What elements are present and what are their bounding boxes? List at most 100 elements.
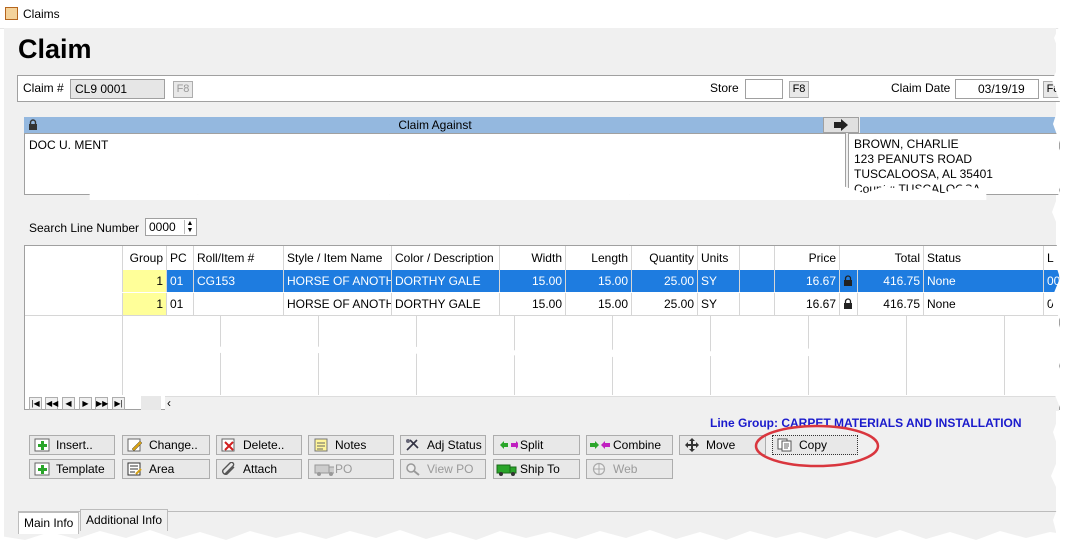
notes-icon xyxy=(314,438,328,452)
insert-button[interactable]: Insert.. xyxy=(29,435,115,455)
combine-label: Combine xyxy=(613,438,662,452)
table-row[interactable]: 1 01 CG153 HORSE OF ANOTHE DORTHY GALE 1… xyxy=(25,270,1060,292)
group-cell[interactable]: 1 xyxy=(123,270,167,292)
claim-date-field[interactable]: 03/19/19 xyxy=(955,79,1039,99)
units-cell[interactable]: SY xyxy=(698,270,740,292)
total-cell[interactable]: 416.75 xyxy=(858,293,924,315)
nav-next-page-button[interactable]: ▶▶ xyxy=(95,397,108,410)
line-items-grid[interactable]: Group PC Roll/Item # Style / Item Name C… xyxy=(24,245,1060,411)
status-cell[interactable]: None xyxy=(924,293,1044,315)
row-blank-cell xyxy=(25,293,123,315)
spin-buttons[interactable]: ▲ ▼ xyxy=(184,220,195,234)
delete-button[interactable]: Delete.. xyxy=(216,435,302,455)
col-header-group[interactable]: Group xyxy=(123,246,167,270)
ship-to-icon xyxy=(496,464,517,476)
col-header-price[interactable]: Price xyxy=(775,246,840,270)
quantity-cell[interactable]: 25.00 xyxy=(632,293,698,315)
po-label: PO xyxy=(335,462,353,476)
adj-status-icon xyxy=(406,439,419,451)
move-icon xyxy=(685,438,699,452)
insert-label: Insert.. xyxy=(56,438,93,452)
color-cell[interactable]: DORTHY GALE xyxy=(392,270,500,292)
scroll-left-button[interactable]: ‹ xyxy=(167,396,171,410)
length-cell[interactable]: 15.00 xyxy=(566,293,632,315)
split-button[interactable]: Split xyxy=(493,435,580,455)
attach-label: Attach xyxy=(243,462,278,476)
area-label: Area xyxy=(149,462,175,476)
blank-cell xyxy=(740,293,775,315)
col-header-width[interactable]: Width xyxy=(500,246,566,270)
address-header xyxy=(860,117,1060,133)
search-line-field[interactable]: 0000 ▲ ▼ xyxy=(145,218,197,236)
col-header-total[interactable]: Total xyxy=(840,246,924,270)
claim-number-label: Claim # xyxy=(23,81,64,95)
change-label: Change.. xyxy=(149,438,198,452)
total-cell[interactable]: 416.75 xyxy=(858,270,924,292)
claim-header: Claim # CL9 0001 F8 Store F8 Claim Date … xyxy=(17,75,1063,102)
col-header-units[interactable]: Units xyxy=(698,246,740,270)
horizontal-scrollbar[interactable]: ‹ xyxy=(165,396,1059,411)
change-icon xyxy=(127,438,143,452)
col-header-roll[interactable]: Roll/Item # xyxy=(194,246,284,270)
units-cell[interactable]: SY xyxy=(698,293,740,315)
nav-prev-page-button[interactable]: ◀◀ xyxy=(45,397,58,410)
roll-cell[interactable]: CG153 xyxy=(194,270,284,292)
col-header-style[interactable]: Style / Item Name xyxy=(284,246,392,270)
web-label: Web xyxy=(613,462,638,476)
width-cell[interactable]: 15.00 xyxy=(500,293,566,315)
col-header-pc[interactable]: PC xyxy=(167,246,194,270)
col-header-quantity[interactable]: Quantity xyxy=(632,246,698,270)
col-header-status[interactable]: Status xyxy=(924,246,1044,270)
store-field[interactable] xyxy=(745,79,783,99)
notes-button[interactable]: Notes xyxy=(308,435,394,455)
torn-edge-middle xyxy=(179,345,897,358)
lock-icon xyxy=(840,270,858,292)
po-button[interactable]: PO xyxy=(308,459,394,479)
address-line-1: BROWN, CHARLIE xyxy=(854,137,959,151)
nav-next-button[interactable]: ▶ xyxy=(79,397,92,410)
web-button[interactable]: Web xyxy=(586,459,673,479)
notes-label: Notes xyxy=(335,438,367,452)
template-button[interactable]: Template xyxy=(29,459,115,479)
price-cell[interactable]: 16.67 xyxy=(775,270,840,292)
style-cell[interactable]: HORSE OF ANOTHE xyxy=(284,270,392,292)
search-line-label: Search Line Number xyxy=(29,221,140,235)
pc-cell[interactable]: 01 xyxy=(167,270,194,292)
table-row[interactable]: 1 01 HORSE OF ANOTHE DORTHY GALE 15.00 1… xyxy=(25,293,1060,316)
nav-first-button[interactable]: |◀ xyxy=(29,397,42,410)
claim-against-name: DOC U. MENT xyxy=(29,138,109,152)
blank-cell xyxy=(740,270,775,292)
style-cell[interactable]: HORSE OF ANOTHE xyxy=(284,293,392,315)
pc-cell[interactable]: 01 xyxy=(167,293,194,315)
web-icon xyxy=(592,462,606,476)
insert-icon xyxy=(34,438,50,452)
length-cell[interactable]: 15.00 xyxy=(566,270,632,292)
template-icon xyxy=(34,462,50,476)
claim-number-field[interactable]: CL9 0001 xyxy=(70,79,165,99)
color-cell[interactable]: DORTHY GALE xyxy=(392,293,500,315)
view-po-button[interactable]: View PO xyxy=(400,459,486,479)
col-header-length[interactable]: Length xyxy=(566,246,632,270)
store-f8-button[interactable]: F8 xyxy=(789,81,809,98)
combine-button[interactable]: Combine xyxy=(586,435,673,455)
col-header-blank xyxy=(25,246,123,270)
nav-last-button[interactable]: ▶| xyxy=(112,397,125,410)
width-cell[interactable]: 15.00 xyxy=(500,270,566,292)
attach-button[interactable]: Attach xyxy=(216,459,302,479)
quantity-cell[interactable]: 25.00 xyxy=(632,270,698,292)
split-icon xyxy=(500,441,518,449)
adj-status-button[interactable]: Adj Status xyxy=(400,435,486,455)
col-header-color[interactable]: Color / Description xyxy=(392,246,500,270)
roll-cell[interactable] xyxy=(194,293,284,315)
group-cell[interactable]: 1 xyxy=(123,293,167,315)
arrow-right-button[interactable] xyxy=(823,117,859,133)
change-button[interactable]: Change.. xyxy=(122,435,210,455)
price-cell[interactable]: 16.67 xyxy=(775,293,840,315)
col-header-blank-2 xyxy=(740,246,775,270)
area-button[interactable]: Area xyxy=(122,459,210,479)
ship-to-button[interactable]: Ship To xyxy=(493,459,580,479)
status-cell[interactable]: None xyxy=(924,270,1044,292)
claim-number-f8-button[interactable]: F8 xyxy=(173,81,193,98)
claim-against-title: Claim Against xyxy=(398,118,472,132)
nav-prev-button[interactable]: ◀ xyxy=(62,397,75,410)
